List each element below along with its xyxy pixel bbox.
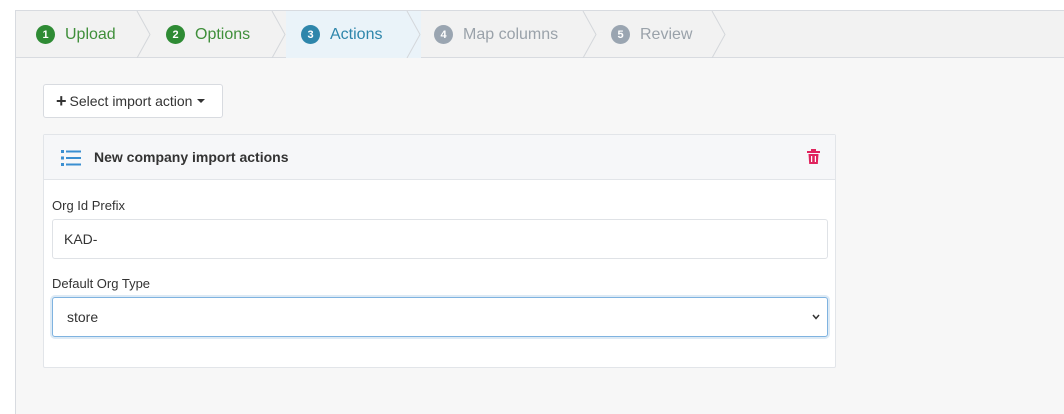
org-id-prefix-input[interactable]: [52, 219, 828, 259]
step-separator-chevron: [406, 11, 421, 58]
select-import-action-label: Select import action: [69, 93, 193, 109]
wizard-step-upload[interactable]: 1 Upload: [36, 11, 116, 58]
import-actions-panel: New company import actions Org Id Prefix…: [43, 134, 836, 368]
step-separator-chevron: [711, 11, 726, 58]
plus-icon: +: [56, 91, 67, 111]
step-number-badge: 4: [434, 25, 453, 44]
step-number-badge: 3: [301, 25, 320, 44]
step-label: Actions: [330, 25, 383, 43]
step-label: Options: [195, 25, 251, 43]
step-label: Review: [640, 25, 693, 43]
trash-icon[interactable]: [807, 149, 820, 164]
chevron-down-icon: [812, 314, 820, 320]
import-wizard-frame: 1 Upload 2 Options 3 Actions 4 Map colum…: [15, 10, 1064, 414]
caret-down-icon: [197, 99, 206, 103]
step-number-badge: 2: [166, 25, 185, 44]
wizard-steps-bar: 1 Upload 2 Options 3 Actions 4 Map colum…: [16, 11, 1064, 58]
step-number-badge: 1: [36, 25, 55, 44]
step-label: Upload: [65, 25, 116, 43]
step-separator-chevron: [582, 11, 597, 58]
wizard-step-actions[interactable]: 3 Actions: [301, 11, 382, 58]
wizard-step-options[interactable]: 2 Options: [166, 11, 250, 58]
step-label: Map columns: [463, 25, 559, 43]
wizard-step-map-columns[interactable]: 4 Map columns: [434, 11, 558, 58]
wizard-step-review[interactable]: 5 Review: [611, 11, 692, 58]
panel-title: New company import actions: [94, 149, 289, 165]
default-org-type-select[interactable]: store: [52, 297, 828, 337]
org-id-prefix-label: Org Id Prefix: [52, 198, 125, 213]
step-number-badge: 5: [611, 25, 630, 44]
step-separator-chevron: [271, 11, 286, 58]
select-import-action-button[interactable]: + Select import action: [43, 84, 223, 118]
list-icon: [61, 150, 81, 166]
panel-header: New company import actions: [44, 135, 835, 180]
default-org-type-label: Default Org Type: [52, 276, 151, 291]
default-org-type-value: store: [67, 309, 99, 325]
step-separator-chevron: [136, 11, 151, 58]
